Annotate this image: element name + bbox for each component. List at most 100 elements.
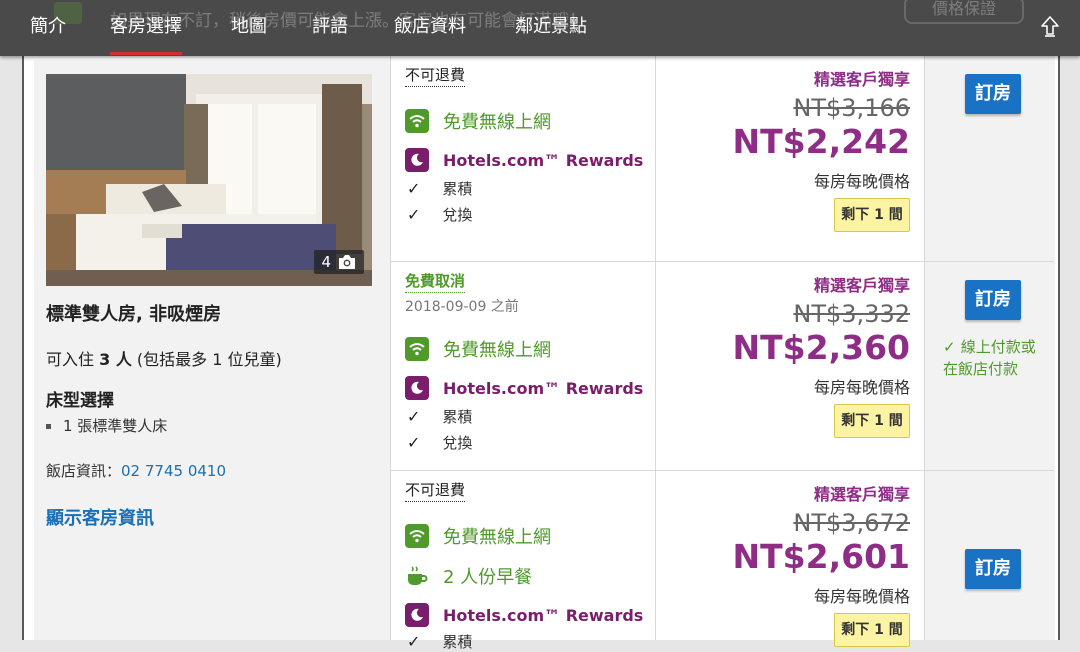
feature-wifi: 免費無線上網 xyxy=(405,108,551,134)
rewards-label: Hotels.com™ Rewards xyxy=(443,378,644,398)
room-card: 4 標準雙人房, 非吸煙房 可入住 3 人 (包括最多 1 位兒童) 床型選擇 … xyxy=(22,56,1060,651)
hotel-phone-link[interactable]: 02 7745 0410 xyxy=(121,462,226,480)
earn-label: 累積 xyxy=(442,633,473,651)
rewards-label: Hotels.com™ Rewards xyxy=(443,605,644,625)
rewards-redeem: ✓ 兌換 xyxy=(407,432,472,453)
rate-price: 精選客戶獨享 NT$3,166 NT$2,242 每房每晚價格 剩下 1 間 xyxy=(655,56,924,261)
rate-features: 不可退費 免費無線上網 Hotels.com™ Rewards ✓ 累積 ✓ 兌換 xyxy=(390,56,655,261)
book-button[interactable]: 訂房 xyxy=(965,549,1021,589)
rewards-icon xyxy=(405,148,429,172)
room-name: 標準雙人房, 非吸煙房 xyxy=(46,304,222,325)
cancellation-policy[interactable]: 免費取消 xyxy=(405,270,466,293)
redeem-label: 兌換 xyxy=(442,206,473,224)
per-night-label: 每房每晚價格 xyxy=(813,378,910,397)
rooms-left-badge: 剩下 1 間 xyxy=(834,404,910,438)
tab-nearby[interactable]: 鄰近景點 xyxy=(515,14,587,40)
original-price: NT$3,332 xyxy=(793,300,910,328)
check-icon: ✓ xyxy=(943,338,961,356)
feature-wifi: 免費無線上網 xyxy=(405,336,551,362)
check-icon: ✓ xyxy=(407,433,421,452)
room-summary-panel: 4 標準雙人房, 非吸煙房 可入住 3 人 (包括最多 1 位兒童) 床型選擇 … xyxy=(34,60,390,640)
earn-label: 累積 xyxy=(442,408,473,426)
check-icon: ✓ xyxy=(407,632,421,651)
rooms-left-badge: 剩下 1 間 xyxy=(834,613,910,647)
member-exclusive-label: 精選客戶獨享 xyxy=(813,70,910,89)
show-room-info-link[interactable]: 顯示客房資訊 xyxy=(46,504,154,530)
rewards-earn: ✓ 累積 xyxy=(407,178,472,199)
photo-count: 4 xyxy=(321,253,331,271)
feature-rewards: Hotels.com™ Rewards xyxy=(405,603,643,627)
rewards-icon xyxy=(405,376,429,400)
per-night-label: 每房每晚價格 xyxy=(813,587,910,606)
occupancy-count: 3 人 xyxy=(99,350,132,369)
rate-action: 訂房 ✓ 線上付款或在飯店付款 xyxy=(924,262,1055,470)
rate-features: 不可退費 免費無線上網 2 人份早餐 Hotels.com™ Rewards ✓… xyxy=(390,471,655,651)
feature-breakfast: 2 人份早餐 xyxy=(405,563,532,589)
check-icon: ✓ xyxy=(407,205,421,224)
rate-option-3: 不可退費 免費無線上網 2 人份早餐 Hotels.com™ Rewards ✓… xyxy=(390,471,1055,651)
rate-price: 精選客戶獨享 NT$3,672 NT$2,601 每房每晚價格 剩下 1 間 xyxy=(655,471,924,647)
payment-options-note: ✓ 線上付款或在飯店付款 xyxy=(943,336,1043,380)
wifi-label: 免費無線上網 xyxy=(443,112,551,133)
bed-type-heading: 床型選擇 xyxy=(46,391,114,411)
rewards-redeem: ✓ 兌換 xyxy=(407,204,472,225)
camera-icon xyxy=(339,255,355,269)
bullet-icon xyxy=(46,424,51,429)
tab-overview[interactable]: 簡介 xyxy=(30,14,66,40)
feature-rewards: Hotels.com™ Rewards xyxy=(405,376,643,400)
rate-action: 訂房 xyxy=(924,56,1055,261)
rate-features: 免費取消 2018-09-09 之前 免費無線上網 Hotels.com™ Re… xyxy=(390,262,655,470)
rate-action: 訂房 xyxy=(924,471,1055,640)
coffee-icon xyxy=(408,566,428,585)
wifi-label: 免費無線上網 xyxy=(443,527,551,548)
original-price: NT$3,166 xyxy=(793,94,910,122)
tab-map[interactable]: 地圖 xyxy=(231,14,267,40)
tab-reviews[interactable]: 評語 xyxy=(312,14,348,40)
hotel-contact: 飯店資訊：02 7745 0410 xyxy=(46,460,226,481)
original-price: NT$3,672 xyxy=(793,509,910,537)
member-exclusive-label: 精選客戶獨享 xyxy=(813,276,910,295)
tab-hotel-details[interactable]: 飯店資料 xyxy=(394,14,466,40)
cancellation-policy[interactable]: 不可退費 xyxy=(405,479,466,502)
rewards-icon xyxy=(405,603,429,627)
cancellation-deadline: 2018-09-09 之前 xyxy=(405,299,519,315)
discount-price: NT$2,242 xyxy=(732,122,910,161)
rate-price: 精選客戶獨享 NT$3,332 NT$2,360 每房每晚價格 剩下 1 間 xyxy=(655,262,924,470)
book-button[interactable]: 訂房 xyxy=(965,280,1021,320)
bed-type-item: 1 張標準雙人床 xyxy=(46,415,167,436)
occupancy-suffix: (包括最多 1 位兒童) xyxy=(136,350,282,369)
rooms-left-badge: 剩下 1 間 xyxy=(834,198,910,232)
hotel-info-label: 飯店資訊： xyxy=(46,462,122,480)
check-icon: ✓ xyxy=(407,179,421,198)
book-button[interactable]: 訂房 xyxy=(965,74,1021,114)
rate-option-1: 不可退費 免費無線上網 Hotels.com™ Rewards ✓ 累積 ✓ 兌換 xyxy=(390,56,1055,262)
redeem-label: 兌換 xyxy=(442,434,473,452)
room-photo[interactable]: 4 xyxy=(46,74,372,286)
wifi-label: 免費無線上網 xyxy=(443,340,551,361)
scroll-top-icon[interactable] xyxy=(1038,14,1062,38)
top-nav: 如果現在不訂，稍後房價可能會上漲。客房也有可能會訂滿哦！ 價格保證 簡介 客房選… xyxy=(0,0,1080,56)
tab-rooms[interactable]: 客房選擇 xyxy=(110,14,182,55)
wifi-icon xyxy=(405,337,429,361)
wifi-icon xyxy=(405,524,429,548)
occupancy-prefix: 可入住 xyxy=(46,350,95,369)
rewards-earn: ✓ 累積 xyxy=(407,631,472,652)
rewards-earn: ✓ 累積 xyxy=(407,406,472,427)
cancellation-policy[interactable]: 不可退費 xyxy=(405,64,466,87)
photo-count-badge[interactable]: 4 xyxy=(314,250,364,274)
feature-wifi: 免費無線上網 xyxy=(405,523,551,549)
discount-price: NT$2,360 xyxy=(732,328,910,367)
rate-option-2: 免費取消 2018-09-09 之前 免費無線上網 Hotels.com™ Re… xyxy=(390,262,1055,471)
member-exclusive-label: 精選客戶獨享 xyxy=(813,485,910,504)
feature-rewards: Hotels.com™ Rewards xyxy=(405,148,643,172)
occupancy-info: 可入住 3 人 (包括最多 1 位兒童) xyxy=(46,346,282,370)
breakfast-label: 2 人份早餐 xyxy=(443,567,533,588)
check-icon: ✓ xyxy=(407,407,421,426)
price-guarantee-badge: 價格保證 xyxy=(904,0,1024,24)
discount-price: NT$2,601 xyxy=(732,537,910,576)
bed-type-text: 1 張標準雙人床 xyxy=(63,417,168,435)
wifi-icon xyxy=(405,109,429,133)
earn-label: 累積 xyxy=(442,180,473,198)
per-night-label: 每房每晚價格 xyxy=(813,172,910,191)
rewards-label: Hotels.com™ Rewards xyxy=(443,150,644,170)
